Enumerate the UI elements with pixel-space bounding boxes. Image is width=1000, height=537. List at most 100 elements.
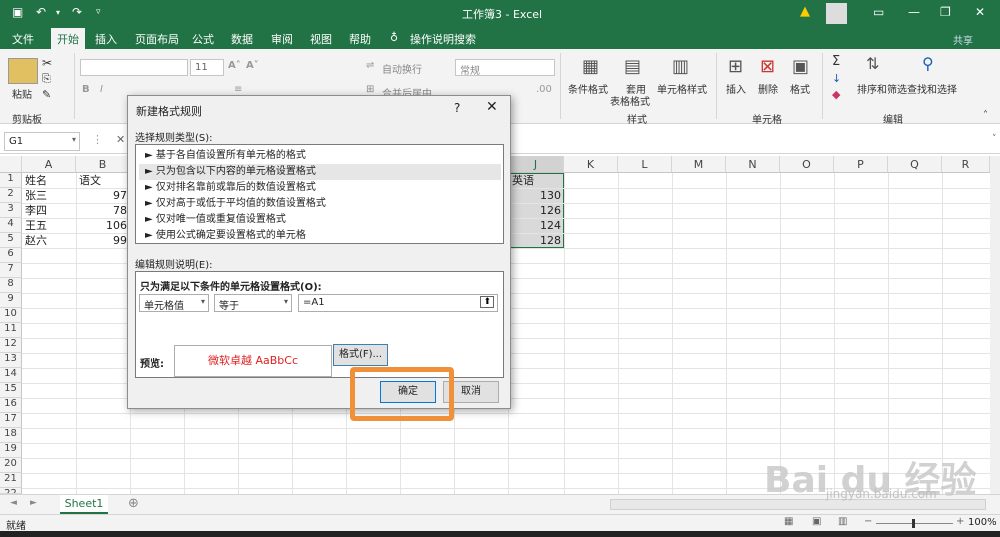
insert-cells-button[interactable]: 插入	[726, 81, 746, 96]
zoom-level[interactable]: 100%	[968, 517, 997, 528]
cell-styles-button[interactable]: 单元格样式	[657, 81, 707, 96]
row-header[interactable]: 17	[0, 413, 22, 428]
find-select-button[interactable]: 查找和选择	[907, 81, 957, 96]
rule-type-list[interactable]: ► 基于各自值设置所有单元格的格式 ► 只为包含以下内容的单元格设置格式 ► 仅…	[135, 144, 504, 244]
row-header[interactable]: 18	[0, 428, 22, 443]
cell-a4[interactable]: 王五	[25, 218, 47, 233]
conditional-format-button[interactable]: 条件格式	[568, 81, 608, 96]
rule-type-item-selected[interactable]: ► 只为包含以下内容的单元格设置格式	[139, 164, 501, 180]
row-header[interactable]: 11	[0, 323, 22, 338]
fill-icon[interactable]: ↓	[832, 72, 841, 85]
paste-button[interactable]: 粘贴	[12, 86, 32, 101]
cell-a3[interactable]: 李四	[25, 203, 47, 218]
prev-sheet-icon[interactable]: ◄	[10, 498, 17, 508]
cell-j5[interactable]: 128	[520, 233, 561, 248]
undo-icon[interactable]: ↶	[36, 5, 46, 19]
decimal-icon[interactable]: .00	[536, 84, 552, 95]
row-header[interactable]: 20	[0, 458, 22, 473]
column-header-a[interactable]: A	[22, 156, 76, 173]
tab-review[interactable]: 审阅	[271, 31, 293, 47]
cell-b3[interactable]: 78	[96, 203, 127, 218]
column-header-o[interactable]: O	[780, 156, 834, 173]
cell-j3[interactable]: 126	[520, 203, 561, 218]
cell-b2[interactable]: 97	[96, 188, 127, 203]
column-header-b[interactable]: B	[76, 156, 130, 173]
row-header[interactable]: 19	[0, 443, 22, 458]
row-header[interactable]: 6	[0, 248, 22, 263]
cancel-entry-icon[interactable]: ✕	[116, 133, 125, 146]
tab-home[interactable]: 开始	[51, 28, 85, 49]
row-header[interactable]: 8	[0, 278, 22, 293]
row-header[interactable]: 7	[0, 263, 22, 278]
save-icon[interactable]: ▣	[12, 5, 23, 19]
restore-icon[interactable]: ❐	[940, 5, 951, 19]
cell-j2[interactable]: 130	[520, 188, 561, 203]
avatar[interactable]	[826, 3, 847, 24]
column-header-q[interactable]: Q	[888, 156, 942, 173]
tab-help[interactable]: 帮助	[349, 31, 371, 47]
zoom-in-icon[interactable]: +	[956, 516, 964, 527]
row-header[interactable]: 14	[0, 368, 22, 383]
font-color-icon[interactable]: ≡	[234, 84, 242, 95]
cell-a2[interactable]: 张三	[25, 188, 47, 203]
row-header[interactable]: 15	[0, 383, 22, 398]
bold-icon[interactable]: B	[82, 84, 90, 95]
tab-insert[interactable]: 插入	[95, 31, 117, 47]
tab-file[interactable]: 文件	[12, 31, 34, 47]
cell-j1[interactable]: 英语	[512, 173, 534, 188]
rule-type-item[interactable]: ► 仅对唯一值或重复值设置格式	[139, 212, 501, 228]
row-header[interactable]: 13	[0, 353, 22, 368]
cut-icon[interactable]: ✂	[42, 56, 52, 70]
rule-type-item[interactable]: ► 仅对排名靠前或靠后的数值设置格式	[139, 180, 501, 196]
row-header[interactable]: 21	[0, 473, 22, 488]
paste-icon[interactable]	[8, 58, 38, 84]
column-header-n[interactable]: N	[726, 156, 780, 173]
column-header-r[interactable]: R	[942, 156, 990, 173]
font-size-field[interactable]: 11	[190, 59, 224, 76]
zoom-out-icon[interactable]: −	[864, 516, 872, 527]
minimize-icon[interactable]: —	[908, 5, 920, 19]
operator-dropdown[interactable]: 等于 ▾	[214, 294, 292, 312]
name-box[interactable]: G1	[4, 132, 80, 151]
customize-qat-icon[interactable]: ▿	[96, 7, 101, 17]
rule-type-item[interactable]: ► 使用公式确定要设置格式的单元格	[139, 228, 501, 244]
help-button[interactable]: ?	[454, 101, 460, 115]
expand-formula-icon[interactable]: ˅	[992, 134, 997, 144]
select-all-corner[interactable]	[0, 156, 22, 173]
rule-type-item[interactable]: ► 仅对高于或低于平均值的数值设置格式	[139, 196, 501, 212]
copy-icon[interactable]: ⎘	[42, 72, 51, 86]
shrink-font-icon[interactable]: A˅	[246, 60, 259, 71]
format-cells-button[interactable]: 格式	[790, 81, 810, 96]
wrap-text-button[interactable]: 自动换行	[382, 61, 422, 76]
column-header-m[interactable]: M	[672, 156, 726, 173]
row-header[interactable]: 12	[0, 338, 22, 353]
condition-value-input[interactable]: =A1 ⬆	[298, 294, 498, 312]
row-header[interactable]: 1	[0, 173, 22, 188]
column-header-j[interactable]: J	[508, 156, 564, 173]
format-painter-icon[interactable]: ✎	[42, 88, 51, 101]
page-layout-view-icon[interactable]: ▣	[812, 516, 821, 527]
grow-font-icon[interactable]: A˄	[228, 60, 241, 71]
warning-icon[interactable]: ▲	[800, 4, 810, 19]
range-select-icon[interactable]: ⬆	[480, 296, 494, 308]
tab-data[interactable]: 数据	[231, 31, 253, 47]
italic-icon[interactable]: I	[100, 84, 103, 95]
collapse-ribbon-icon[interactable]: ˄	[983, 110, 988, 121]
cell-a1[interactable]: 姓名	[25, 173, 47, 188]
sheet-tab-sheet1[interactable]: Sheet1	[60, 495, 108, 514]
cell-a5[interactable]: 赵六	[25, 233, 47, 248]
number-format-field[interactable]: 常规	[455, 59, 555, 77]
clear-icon[interactable]: ◆	[832, 88, 840, 101]
tab-view[interactable]: 视图	[310, 31, 332, 47]
font-name-field[interactable]	[80, 59, 188, 76]
cell-b5[interactable]: 99	[96, 233, 127, 248]
cell-j4[interactable]: 124	[520, 218, 561, 233]
sort-filter-button[interactable]: 排序和筛选	[857, 81, 907, 96]
row-header[interactable]: 10	[0, 308, 22, 323]
row-header[interactable]: 2	[0, 188, 22, 203]
condition-type-dropdown[interactable]: 单元格值 ▾	[139, 294, 209, 312]
cell-b4[interactable]: 106	[96, 218, 127, 233]
page-break-view-icon[interactable]: ▥	[838, 516, 847, 527]
format-as-table-line2[interactable]: 表格格式	[610, 93, 650, 108]
row-header[interactable]: 9	[0, 293, 22, 308]
